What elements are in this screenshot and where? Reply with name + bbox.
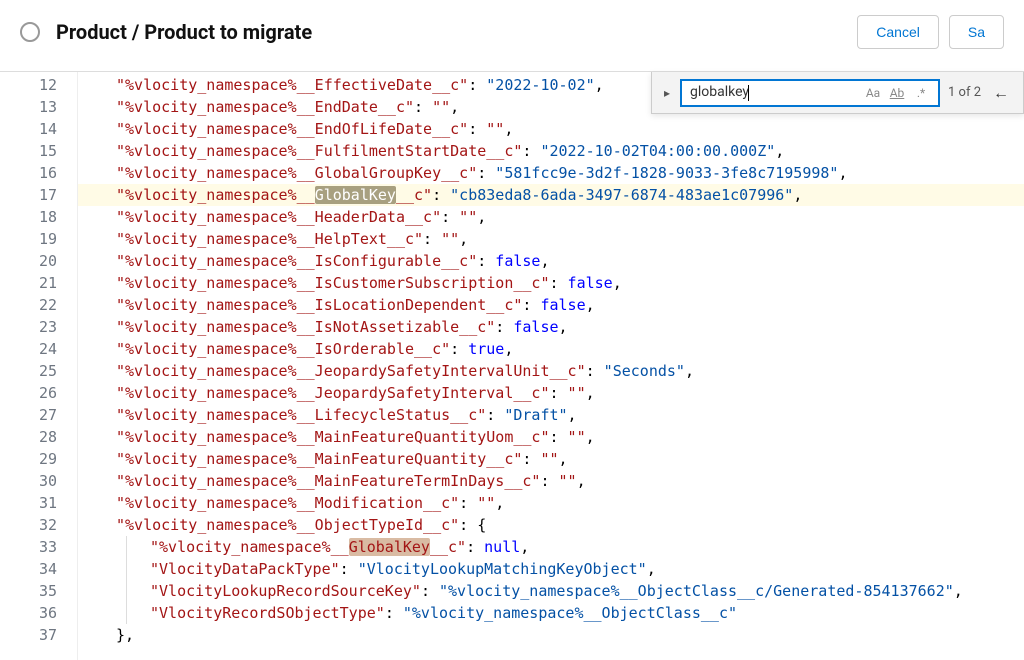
- code-line[interactable]: "%vlocity_namespace%__IsLocationDependen…: [78, 294, 1024, 316]
- line-number: 18: [0, 206, 57, 228]
- match-case-icon[interactable]: Aa: [864, 86, 882, 100]
- code-editor[interactable]: 1213141516171819202122232425262728293031…: [0, 72, 1024, 660]
- find-prev-icon[interactable]: ←: [989, 83, 1013, 103]
- code-line[interactable]: "%vlocity_namespace%__ObjectTypeId__c": …: [78, 514, 1024, 536]
- find-toggle-replace-icon[interactable]: ▸: [662, 84, 672, 102]
- find-input-value: globalkey: [690, 84, 749, 100]
- cancel-button[interactable]: Cancel: [857, 15, 939, 49]
- line-number: 22: [0, 294, 57, 316]
- code-line[interactable]: "%vlocity_namespace%__GlobalKey__c": nul…: [78, 536, 1024, 558]
- code-line[interactable]: "VlocityRecordSObjectType": "%vlocity_na…: [78, 602, 1024, 624]
- line-number: 15: [0, 140, 57, 162]
- line-number: 12: [0, 74, 57, 96]
- line-number: 30: [0, 470, 57, 492]
- line-gutter: 1213141516171819202122232425262728293031…: [0, 72, 78, 660]
- line-number: 37: [0, 624, 57, 646]
- match-whole-word-icon[interactable]: Ab: [888, 86, 906, 100]
- line-number: 29: [0, 448, 57, 470]
- code-line[interactable]: "%vlocity_namespace%__IsCustomerSubscrip…: [78, 272, 1024, 294]
- code-line[interactable]: "%vlocity_namespace%__IsOrderable__c": t…: [78, 338, 1024, 360]
- line-number: 25: [0, 360, 57, 382]
- line-number: 31: [0, 492, 57, 514]
- line-number: 35: [0, 580, 57, 602]
- line-number: 19: [0, 228, 57, 250]
- line-number: 28: [0, 426, 57, 448]
- line-number: 14: [0, 118, 57, 140]
- save-button[interactable]: Sa: [949, 15, 1004, 49]
- line-number: 34: [0, 558, 57, 580]
- code-line[interactable]: "%vlocity_namespace%__JeopardySafetyInte…: [78, 360, 1024, 382]
- line-number: 16: [0, 162, 57, 184]
- code-line[interactable]: "%vlocity_namespace%__IsConfigurable__c"…: [78, 250, 1024, 272]
- line-number: 20: [0, 250, 57, 272]
- code-line[interactable]: "%vlocity_namespace%__MainFeatureQuantit…: [78, 448, 1024, 470]
- line-number: 33: [0, 536, 57, 558]
- line-number: 27: [0, 404, 57, 426]
- line-number: 26: [0, 382, 57, 404]
- line-number: 13: [0, 96, 57, 118]
- code-line[interactable]: "%vlocity_namespace%__FulfilmentStartDat…: [78, 140, 1024, 162]
- code-line[interactable]: "%vlocity_namespace%__LifecycleStatus__c…: [78, 404, 1024, 426]
- code-line[interactable]: "%vlocity_namespace%__MainFeatureQuantit…: [78, 426, 1024, 448]
- code-line[interactable]: "%vlocity_namespace%__HeaderData__c": ""…: [78, 206, 1024, 228]
- line-number: 21: [0, 272, 57, 294]
- code-line[interactable]: "%vlocity_namespace%__IsNotAssetizable__…: [78, 316, 1024, 338]
- line-number: 36: [0, 602, 57, 624]
- code-line[interactable]: "VlocityLookupRecordSourceKey": "%vlocit…: [78, 580, 1024, 602]
- header-left: Product / Product to migrate: [20, 20, 312, 44]
- find-result-count: 1 of 2: [948, 85, 981, 100]
- code-line[interactable]: "%vlocity_namespace%__GlobalKey__c": "cb…: [78, 184, 1024, 206]
- line-number: 32: [0, 514, 57, 536]
- line-number: 24: [0, 338, 57, 360]
- code-line[interactable]: "%vlocity_namespace%__EndOfLifeDate__c":…: [78, 118, 1024, 140]
- code-area[interactable]: "%vlocity_namespace%__EffectiveDate__c":…: [78, 72, 1024, 660]
- select-radio[interactable]: [20, 22, 40, 42]
- find-input[interactable]: globalkey Aa Ab .*: [680, 79, 940, 107]
- code-line[interactable]: },: [78, 624, 1024, 646]
- code-line[interactable]: "%vlocity_namespace%__MainFeatureTermInD…: [78, 470, 1024, 492]
- code-line[interactable]: "%vlocity_namespace%__HelpText__c": "",: [78, 228, 1024, 250]
- header-actions: Cancel Sa: [857, 15, 1004, 49]
- find-bar: ▸ globalkey Aa Ab .* 1 of 2 ←: [651, 72, 1024, 114]
- header: Product / Product to migrate Cancel Sa: [0, 0, 1024, 72]
- code-line[interactable]: "%vlocity_namespace%__GlobalGroupKey__c"…: [78, 162, 1024, 184]
- code-line[interactable]: "%vlocity_namespace%__JeopardySafetyInte…: [78, 382, 1024, 404]
- page-title: Product / Product to migrate: [56, 20, 312, 44]
- regex-icon[interactable]: .*: [912, 86, 930, 100]
- line-number: 23: [0, 316, 57, 338]
- code-line[interactable]: "VlocityDataPackType": "VlocityLookupMat…: [78, 558, 1024, 580]
- line-number: 17: [0, 184, 57, 206]
- code-line[interactable]: "%vlocity_namespace%__Modification__c": …: [78, 492, 1024, 514]
